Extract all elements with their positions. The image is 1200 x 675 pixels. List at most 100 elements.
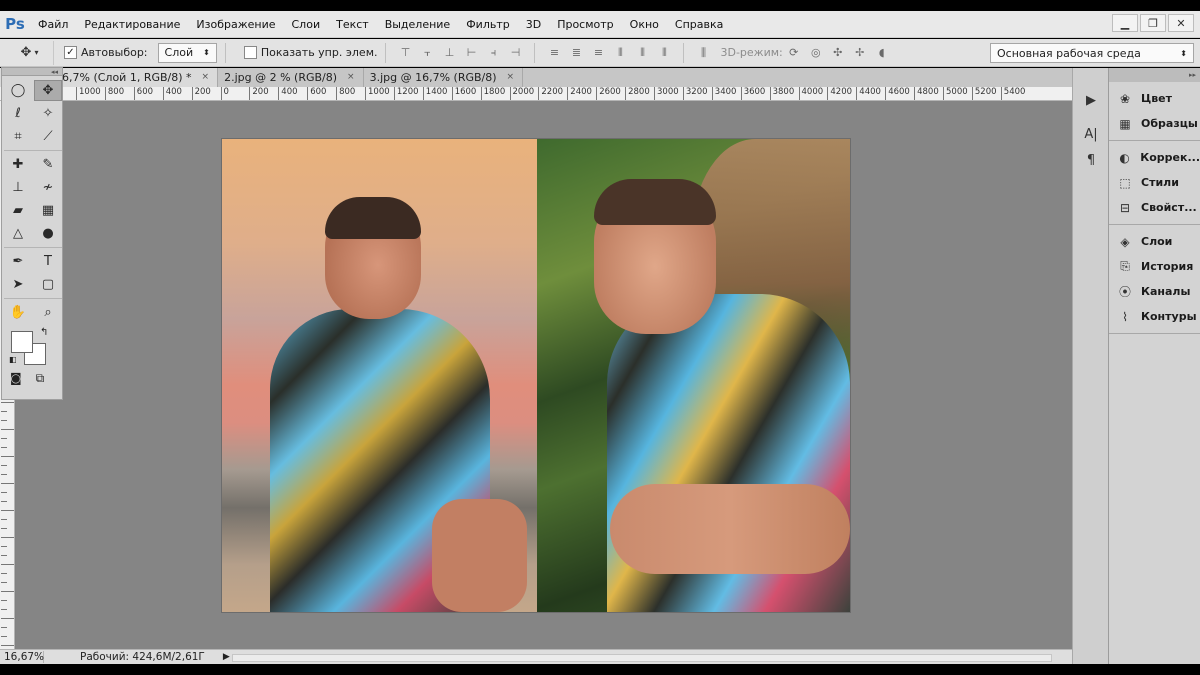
play-actions-icon[interactable]: ▶: [1075, 88, 1107, 112]
menu-image[interactable]: Изображение: [188, 11, 283, 38]
magic-wand-tool-icon[interactable]: ✧: [34, 103, 62, 124]
panel-layers[interactable]: ◈ Слои: [1109, 229, 1200, 254]
panel-dock-header[interactable]: ▸▸: [1109, 68, 1200, 82]
hand-tool-icon[interactable]: ✋: [4, 302, 32, 323]
document-canvas[interactable]: [222, 139, 850, 612]
screen-mode-icon[interactable]: ⧉: [36, 371, 45, 386]
camera-3d-icon[interactable]: ◖: [875, 46, 889, 60]
tool-preset-picker[interactable]: ✥ ▾: [6, 40, 54, 65]
align-top-icon[interactable]: ⊤: [398, 46, 412, 60]
menu-bar: Ps Файл Редактирование Изображение Слои …: [0, 11, 1200, 38]
ruler-tick-mark: [1, 429, 14, 430]
menu-view[interactable]: Просмотр: [549, 11, 621, 38]
character-panel-icon[interactable]: A|: [1075, 122, 1107, 146]
person-right-hair: [594, 179, 716, 225]
type-tool-icon[interactable]: T: [34, 251, 62, 272]
panel-color[interactable]: ❀ Цвет: [1109, 86, 1200, 111]
distribute-left-icon[interactable]: ⫴: [613, 46, 627, 60]
show-transform-controls-checkbox[interactable]: [243, 46, 257, 59]
tab-close-icon[interactable]: ×: [202, 68, 210, 87]
menu-window[interactable]: Окно: [622, 11, 667, 38]
panel-channels[interactable]: ⦿ Каналы: [1109, 279, 1200, 304]
brush-tool-icon[interactable]: ✎: [34, 154, 62, 175]
restore-button[interactable]: ❐: [1140, 14, 1166, 32]
autoselect-checkbox[interactable]: ✓: [64, 46, 77, 59]
letterbox-top: [0, 0, 1200, 11]
swap-colors-icon[interactable]: ↰: [40, 327, 48, 338]
crop-tool-icon[interactable]: ⌗: [4, 126, 32, 147]
menu-help[interactable]: Справка: [667, 11, 731, 38]
healing-brush-tool-icon[interactable]: ✚: [4, 154, 32, 175]
roll-3d-icon[interactable]: ◎: [809, 46, 823, 60]
distribute-right-icon[interactable]: ⫴: [657, 46, 671, 60]
tab-close-icon[interactable]: ×: [507, 68, 515, 87]
auto-align-icon[interactable]: ⫼: [696, 46, 710, 60]
drag-3d-icon[interactable]: ✣: [831, 46, 845, 60]
workspace-select[interactable]: Основная рабочая среда ⬍: [990, 43, 1194, 63]
tools-panel-header[interactable]: ◂◂: [2, 68, 62, 76]
horizontal-ruler[interactable]: 1000 800 600 400 200 0 200 400 600 800 1000 1200 140…: [0, 87, 1072, 101]
lasso-tool-icon[interactable]: ℓ: [4, 103, 32, 124]
orbit-3d-icon[interactable]: ⟳: [787, 46, 801, 60]
shape-tool-icon[interactable]: ▢: [34, 274, 62, 295]
autoselect-target-select[interactable]: Слой ⬍: [157, 42, 217, 63]
zoom-level[interactable]: 16,67%: [0, 651, 44, 663]
dodge-tool-icon[interactable]: ●: [34, 223, 62, 244]
menu-file[interactable]: Файл: [30, 11, 76, 38]
eyedropper-tool-icon[interactable]: ⟋: [34, 126, 62, 147]
panel-swatches[interactable]: ▦ Образцы: [1109, 111, 1200, 136]
default-colors-icon[interactable]: ◧: [9, 355, 17, 364]
align-bottom-icon[interactable]: ⊥: [442, 46, 456, 60]
align-hcenter-icon[interactable]: ⫞: [486, 46, 500, 60]
menu-edit[interactable]: Редактирование: [76, 11, 188, 38]
zoom-tool-icon[interactable]: ⌕: [34, 302, 62, 323]
distribute-vcenter-icon[interactable]: ≣: [569, 46, 583, 60]
menu-type[interactable]: Текст: [328, 11, 377, 38]
distribute-hcenter-icon[interactable]: ⦀: [635, 46, 649, 60]
panel-label: Слои: [1141, 235, 1173, 248]
ruler-tick-mark: [1, 582, 7, 583]
path-selection-tool-icon[interactable]: ➤: [4, 274, 32, 295]
letterbox-bottom: [0, 664, 1200, 675]
eraser-tool-icon[interactable]: ▰: [4, 200, 32, 221]
panel-paths[interactable]: ⌇ Контуры: [1109, 304, 1200, 329]
panel-history[interactable]: ⎘ История: [1109, 254, 1200, 279]
distribute-top-icon[interactable]: ≡: [547, 46, 561, 60]
distribute-bottom-icon[interactable]: ≡: [591, 46, 605, 60]
paths-icon: ⌇: [1122, 309, 1128, 324]
blur-tool-icon[interactable]: △: [4, 223, 32, 244]
marquee-tool-icon[interactable]: ◯: [4, 80, 32, 101]
menu-layers[interactable]: Слои: [284, 11, 329, 38]
align-right-icon[interactable]: ⊣: [508, 46, 522, 60]
slide-3d-icon[interactable]: ✢: [853, 46, 867, 60]
menu-select[interactable]: Выделение: [377, 11, 459, 38]
minimize-button[interactable]: ▁: [1112, 14, 1138, 32]
history-brush-tool-icon[interactable]: ≁: [34, 177, 62, 198]
panel-properties[interactable]: ⊟ Свойст...: [1109, 195, 1200, 220]
align-vcenter-icon[interactable]: ⫟: [420, 46, 434, 60]
pen-tool-icon[interactable]: ✒: [4, 251, 32, 272]
tab-document-2[interactable]: 2.jpg @ 2 % (RGB/8) ×: [218, 68, 364, 87]
menu-filter[interactable]: Фильтр: [458, 11, 518, 38]
align-left-icon[interactable]: ⊢: [464, 46, 478, 60]
status-menu-arrow-icon[interactable]: ▶: [223, 652, 230, 662]
paragraph-panel-icon[interactable]: ¶: [1075, 148, 1107, 172]
menu-3d[interactable]: 3D: [518, 11, 549, 38]
tab-document-3[interactable]: 3.jpg @ 16,7% (RGB/8) ×: [363, 68, 524, 87]
gradient-tool-icon[interactable]: ▦: [34, 200, 62, 221]
tab-label: 2.jpg @ 2 % (RGB/8): [224, 71, 338, 84]
panel-styles[interactable]: ⬚ Стили: [1109, 170, 1200, 195]
quick-mask-icon[interactable]: ◙: [10, 371, 22, 386]
tab-close-icon[interactable]: ×: [347, 68, 355, 87]
tab-label: 3.jpg @ 16,7% (RGB/8): [369, 71, 497, 84]
move-tool-icon[interactable]: ✥: [34, 80, 62, 101]
ruler-tick: 1000: [365, 87, 390, 100]
horizontal-scrollbar[interactable]: [232, 654, 1052, 662]
tab-label: 6,7% (Слой 1, RGB/8) *: [62, 71, 192, 84]
clone-stamp-tool-icon[interactable]: ⊥: [4, 177, 32, 198]
close-button[interactable]: ✕: [1168, 14, 1194, 32]
panel-adjustments[interactable]: ◐ Коррек...: [1109, 145, 1200, 170]
foreground-color-swatch[interactable]: [11, 331, 33, 353]
ruler-tick-mark: [1, 447, 7, 448]
photoshop-logo-icon: Ps: [5, 15, 25, 33]
